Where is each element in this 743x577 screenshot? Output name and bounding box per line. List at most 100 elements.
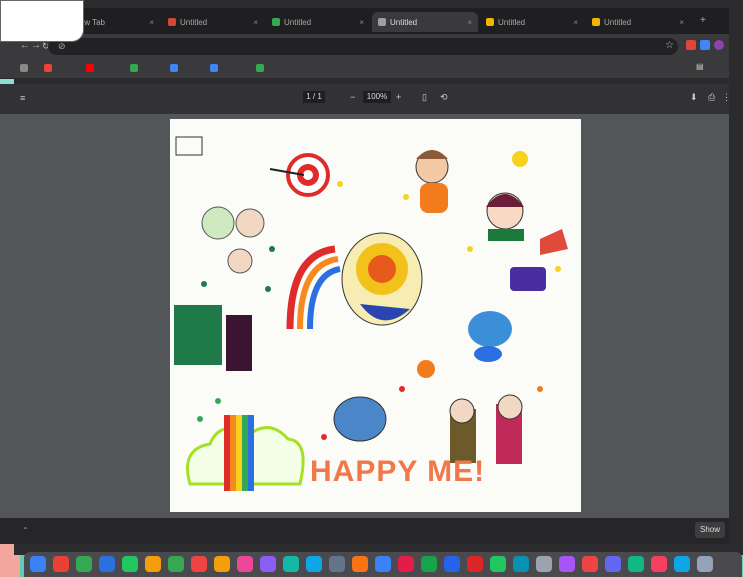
download-icon[interactable]: ⬇ — [690, 92, 698, 103]
dock-app-icon[interactable] — [559, 556, 575, 572]
dock-app-icon[interactable] — [421, 556, 437, 572]
dock-app-icon[interactable] — [444, 556, 460, 572]
chevron-up-icon: ⌃ — [22, 526, 29, 535]
dock-app-icon[interactable] — [53, 556, 69, 572]
tab-2[interactable]: Untitled × — [162, 12, 264, 32]
dock-app-icon[interactable] — [191, 556, 207, 572]
star-icon[interactable]: ☆ — [665, 40, 674, 51]
close-tab-icon[interactable]: × — [253, 18, 258, 27]
dock-app-icon[interactable] — [237, 556, 253, 572]
dock-app-icon[interactable] — [536, 556, 552, 572]
dock-app-icon[interactable] — [490, 556, 506, 572]
dock-app-icon[interactable] — [122, 556, 138, 572]
apps-icon — [20, 64, 28, 72]
tab-title: Untitled — [498, 17, 526, 27]
more-options-icon[interactable]: ⋮ — [722, 92, 731, 103]
dock-app-icon[interactable] — [76, 556, 92, 572]
zoom-in-icon[interactable]: + — [396, 92, 401, 102]
tab-favicon-icon — [486, 18, 494, 26]
dock-app-icon[interactable] — [214, 556, 230, 572]
address-bar[interactable] — [48, 38, 678, 55]
blue-face — [333, 396, 387, 442]
bookmark-item[interactable] — [210, 62, 221, 74]
friends-face — [201, 206, 235, 240]
print-icon[interactable]: ⎙ — [708, 92, 715, 103]
tab-6[interactable]: Untitled × — [586, 12, 690, 32]
profile-avatar[interactable] — [714, 40, 724, 50]
tab-4-active[interactable]: Untitled × — [372, 12, 478, 32]
dock-app-icon[interactable] — [145, 556, 161, 572]
dock-app-icon[interactable] — [283, 556, 299, 572]
dock-app-icon[interactable] — [30, 556, 46, 572]
blue-blob — [468, 311, 512, 347]
bookmark-item[interactable] — [130, 62, 141, 74]
download-item[interactable]: ⌃ — [22, 524, 29, 538]
page-number-input[interactable]: 1 / 1 — [303, 91, 325, 103]
lock-icon: ⊘ — [58, 41, 66, 51]
show-all-downloads-button[interactable]: Show — [695, 522, 725, 538]
dock-app-icon[interactable] — [168, 556, 184, 572]
dock-app-icon[interactable] — [628, 556, 644, 572]
dock-app-icon[interactable] — [582, 556, 598, 572]
download-bar — [0, 518, 729, 544]
bookmark-item[interactable] — [256, 62, 267, 74]
shoe — [540, 229, 568, 255]
bookmark-favicon-icon — [170, 64, 178, 72]
zoom-level-input[interactable]: 100% — [363, 91, 391, 103]
extension-icon[interactable] — [686, 40, 696, 50]
dock-app-icon[interactable] — [398, 556, 414, 572]
close-tab-icon[interactable]: × — [359, 18, 364, 27]
tab-3[interactable]: Untitled × — [266, 12, 370, 32]
forward-icon[interactable]: → — [31, 41, 41, 51]
dock-app-icon[interactable] — [306, 556, 322, 572]
tab-5[interactable]: Untitled × — [480, 12, 584, 32]
close-tab-icon[interactable]: × — [679, 18, 684, 27]
green-block — [174, 305, 222, 365]
friends-face — [235, 208, 265, 238]
dock-app-icon[interactable] — [605, 556, 621, 572]
tab-title: Untitled — [284, 17, 312, 27]
dock-app-icon[interactable] — [329, 556, 345, 572]
tab-favicon-icon — [592, 18, 600, 26]
rotate-icon[interactable]: ⟲ — [440, 92, 448, 103]
drawing-title: HAPPY ME! — [310, 455, 486, 488]
bookmark-favicon-icon — [86, 64, 94, 72]
fit-page-icon[interactable]: ▯ — [422, 92, 427, 103]
reading-list-icon[interactable]: ▤ — [696, 62, 704, 71]
bookmark-item[interactable] — [170, 62, 181, 74]
dock-app-icon[interactable] — [697, 556, 713, 572]
overlay-card — [0, 0, 84, 42]
new-tab-icon[interactable]: + — [700, 15, 706, 26]
bookmark-favicon-icon — [210, 64, 218, 72]
close-tab-icon[interactable]: × — [149, 18, 154, 27]
drawing-artwork — [174, 136, 568, 491]
close-tab-icon[interactable]: × — [573, 18, 578, 27]
tab-favicon-icon — [378, 18, 386, 26]
tab-title: Untitled — [180, 17, 208, 27]
extension-icon[interactable] — [700, 40, 710, 50]
back-icon[interactable]: ← — [20, 41, 30, 51]
dock-app-icon[interactable] — [99, 556, 115, 572]
zoom-out-icon[interactable]: − — [350, 92, 355, 102]
dock-app-icon[interactable] — [467, 556, 483, 572]
pdf-page: HAPPY ME! — [170, 119, 581, 512]
bookmarks-bar — [0, 58, 729, 79]
rainbow-stripes — [224, 415, 230, 491]
drawing-scribble — [175, 136, 203, 156]
dock-app-icon[interactable] — [651, 556, 667, 572]
dock-app-icon[interactable] — [375, 556, 391, 572]
close-tab-icon[interactable]: × — [467, 18, 472, 27]
bookmark-item[interactable] — [86, 62, 97, 74]
dock-app-icon[interactable] — [674, 556, 690, 572]
bookmark-item[interactable] — [20, 62, 31, 74]
dock-app-icon[interactable] — [352, 556, 368, 572]
girl-orange-dress — [420, 183, 448, 213]
menu-icon[interactable]: ≡ — [20, 93, 25, 103]
tab-favicon-icon — [272, 18, 280, 26]
bookmark-item[interactable] — [44, 62, 55, 74]
friends-face — [227, 248, 253, 274]
tab-title: Untitled — [604, 17, 632, 27]
dock-app-icon[interactable] — [513, 556, 529, 572]
bookmark-favicon-icon — [44, 64, 52, 72]
dock-app-icon[interactable] — [260, 556, 276, 572]
